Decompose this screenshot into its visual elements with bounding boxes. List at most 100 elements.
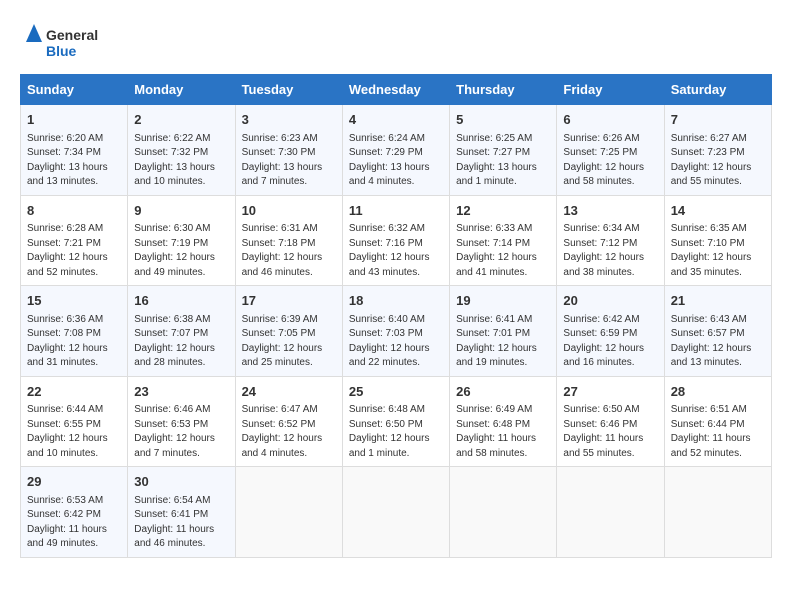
day-info: Sunrise: 6:39 AMSunset: 7:05 PMDaylight:…	[242, 313, 336, 371]
calendar-cell: 17Sunrise: 6:39 AMSunset: 7:05 PMDayligh…	[235, 286, 342, 377]
svg-text:General: General	[46, 27, 98, 43]
day-info: Sunrise: 6:31 AMSunset: 7:18 PMDaylight:…	[242, 222, 336, 280]
day-number: 25	[349, 382, 443, 402]
calendar-cell: 13Sunrise: 6:34 AMSunset: 7:12 PMDayligh…	[557, 195, 664, 286]
calendar-cell	[664, 467, 771, 558]
day-number: 11	[349, 201, 443, 221]
day-info: Sunrise: 6:43 AMSunset: 6:57 PMDaylight:…	[671, 313, 765, 371]
day-info: Sunrise: 6:22 AMSunset: 7:32 PMDaylight:…	[134, 132, 228, 190]
calendar-cell: 18Sunrise: 6:40 AMSunset: 7:03 PMDayligh…	[342, 286, 449, 377]
calendar-week-3: 15Sunrise: 6:36 AMSunset: 7:08 PMDayligh…	[21, 286, 772, 377]
day-info: Sunrise: 6:23 AMSunset: 7:30 PMDaylight:…	[242, 132, 336, 190]
calendar-cell	[235, 467, 342, 558]
day-number: 4	[349, 110, 443, 130]
day-info: Sunrise: 6:44 AMSunset: 6:55 PMDaylight:…	[27, 403, 121, 461]
day-info: Sunrise: 6:26 AMSunset: 7:25 PMDaylight:…	[563, 132, 657, 190]
day-number: 1	[27, 110, 121, 130]
calendar-cell: 10Sunrise: 6:31 AMSunset: 7:18 PMDayligh…	[235, 195, 342, 286]
day-number: 29	[27, 472, 121, 492]
calendar-cell: 24Sunrise: 6:47 AMSunset: 6:52 PMDayligh…	[235, 376, 342, 467]
calendar-cell: 25Sunrise: 6:48 AMSunset: 6:50 PMDayligh…	[342, 376, 449, 467]
day-info: Sunrise: 6:41 AMSunset: 7:01 PMDaylight:…	[456, 313, 550, 371]
calendar-cell: 1Sunrise: 6:20 AMSunset: 7:34 PMDaylight…	[21, 105, 128, 196]
calendar-cell: 7Sunrise: 6:27 AMSunset: 7:23 PMDaylight…	[664, 105, 771, 196]
calendar-cell: 29Sunrise: 6:53 AMSunset: 6:42 PMDayligh…	[21, 467, 128, 558]
day-number: 14	[671, 201, 765, 221]
col-header-sunday: Sunday	[21, 75, 128, 105]
day-number: 13	[563, 201, 657, 221]
day-number: 2	[134, 110, 228, 130]
calendar-cell: 19Sunrise: 6:41 AMSunset: 7:01 PMDayligh…	[450, 286, 557, 377]
calendar-cell: 4Sunrise: 6:24 AMSunset: 7:29 PMDaylight…	[342, 105, 449, 196]
calendar-cell: 12Sunrise: 6:33 AMSunset: 7:14 PMDayligh…	[450, 195, 557, 286]
day-info: Sunrise: 6:40 AMSunset: 7:03 PMDaylight:…	[349, 313, 443, 371]
day-info: Sunrise: 6:34 AMSunset: 7:12 PMDaylight:…	[563, 222, 657, 280]
day-number: 20	[563, 291, 657, 311]
calendar-week-5: 29Sunrise: 6:53 AMSunset: 6:42 PMDayligh…	[21, 467, 772, 558]
calendar-cell: 5Sunrise: 6:25 AMSunset: 7:27 PMDaylight…	[450, 105, 557, 196]
day-info: Sunrise: 6:33 AMSunset: 7:14 PMDaylight:…	[456, 222, 550, 280]
calendar-cell: 23Sunrise: 6:46 AMSunset: 6:53 PMDayligh…	[128, 376, 235, 467]
calendar-cell	[450, 467, 557, 558]
day-info: Sunrise: 6:30 AMSunset: 7:19 PMDaylight:…	[134, 222, 228, 280]
day-number: 8	[27, 201, 121, 221]
day-number: 5	[456, 110, 550, 130]
calendar-cell: 16Sunrise: 6:38 AMSunset: 7:07 PMDayligh…	[128, 286, 235, 377]
day-number: 28	[671, 382, 765, 402]
svg-text:Blue: Blue	[46, 43, 77, 59]
day-number: 18	[349, 291, 443, 311]
day-number: 23	[134, 382, 228, 402]
calendar-cell: 27Sunrise: 6:50 AMSunset: 6:46 PMDayligh…	[557, 376, 664, 467]
page-header: General Blue	[20, 20, 772, 64]
day-number: 6	[563, 110, 657, 130]
calendar-cell: 28Sunrise: 6:51 AMSunset: 6:44 PMDayligh…	[664, 376, 771, 467]
day-info: Sunrise: 6:54 AMSunset: 6:41 PMDaylight:…	[134, 494, 228, 552]
col-header-friday: Friday	[557, 75, 664, 105]
calendar-cell: 11Sunrise: 6:32 AMSunset: 7:16 PMDayligh…	[342, 195, 449, 286]
calendar-cell	[557, 467, 664, 558]
day-info: Sunrise: 6:47 AMSunset: 6:52 PMDaylight:…	[242, 403, 336, 461]
day-info: Sunrise: 6:51 AMSunset: 6:44 PMDaylight:…	[671, 403, 765, 461]
day-info: Sunrise: 6:48 AMSunset: 6:50 PMDaylight:…	[349, 403, 443, 461]
calendar-cell: 22Sunrise: 6:44 AMSunset: 6:55 PMDayligh…	[21, 376, 128, 467]
day-number: 7	[671, 110, 765, 130]
day-number: 19	[456, 291, 550, 311]
calendar-table: SundayMondayTuesdayWednesdayThursdayFrid…	[20, 74, 772, 558]
day-number: 30	[134, 472, 228, 492]
calendar-cell: 21Sunrise: 6:43 AMSunset: 6:57 PMDayligh…	[664, 286, 771, 377]
day-info: Sunrise: 6:42 AMSunset: 6:59 PMDaylight:…	[563, 313, 657, 371]
calendar-cell: 2Sunrise: 6:22 AMSunset: 7:32 PMDaylight…	[128, 105, 235, 196]
day-info: Sunrise: 6:27 AMSunset: 7:23 PMDaylight:…	[671, 132, 765, 190]
day-info: Sunrise: 6:49 AMSunset: 6:48 PMDaylight:…	[456, 403, 550, 461]
calendar-week-4: 22Sunrise: 6:44 AMSunset: 6:55 PMDayligh…	[21, 376, 772, 467]
logo: General Blue	[20, 20, 100, 64]
day-number: 24	[242, 382, 336, 402]
day-info: Sunrise: 6:20 AMSunset: 7:34 PMDaylight:…	[27, 132, 121, 190]
day-info: Sunrise: 6:36 AMSunset: 7:08 PMDaylight:…	[27, 313, 121, 371]
day-info: Sunrise: 6:25 AMSunset: 7:27 PMDaylight:…	[456, 132, 550, 190]
day-number: 12	[456, 201, 550, 221]
day-number: 16	[134, 291, 228, 311]
day-number: 9	[134, 201, 228, 221]
day-number: 27	[563, 382, 657, 402]
calendar-week-1: 1Sunrise: 6:20 AMSunset: 7:34 PMDaylight…	[21, 105, 772, 196]
calendar-cell	[342, 467, 449, 558]
calendar-cell: 8Sunrise: 6:28 AMSunset: 7:21 PMDaylight…	[21, 195, 128, 286]
col-header-thursday: Thursday	[450, 75, 557, 105]
col-header-monday: Monday	[128, 75, 235, 105]
calendar-cell: 3Sunrise: 6:23 AMSunset: 7:30 PMDaylight…	[235, 105, 342, 196]
calendar-cell: 14Sunrise: 6:35 AMSunset: 7:10 PMDayligh…	[664, 195, 771, 286]
col-header-wednesday: Wednesday	[342, 75, 449, 105]
calendar-cell: 6Sunrise: 6:26 AMSunset: 7:25 PMDaylight…	[557, 105, 664, 196]
day-number: 10	[242, 201, 336, 221]
calendar-cell: 9Sunrise: 6:30 AMSunset: 7:19 PMDaylight…	[128, 195, 235, 286]
col-header-tuesday: Tuesday	[235, 75, 342, 105]
day-number: 3	[242, 110, 336, 130]
day-info: Sunrise: 6:28 AMSunset: 7:21 PMDaylight:…	[27, 222, 121, 280]
day-info: Sunrise: 6:24 AMSunset: 7:29 PMDaylight:…	[349, 132, 443, 190]
day-info: Sunrise: 6:35 AMSunset: 7:10 PMDaylight:…	[671, 222, 765, 280]
day-number: 21	[671, 291, 765, 311]
day-number: 17	[242, 291, 336, 311]
day-number: 22	[27, 382, 121, 402]
day-number: 26	[456, 382, 550, 402]
